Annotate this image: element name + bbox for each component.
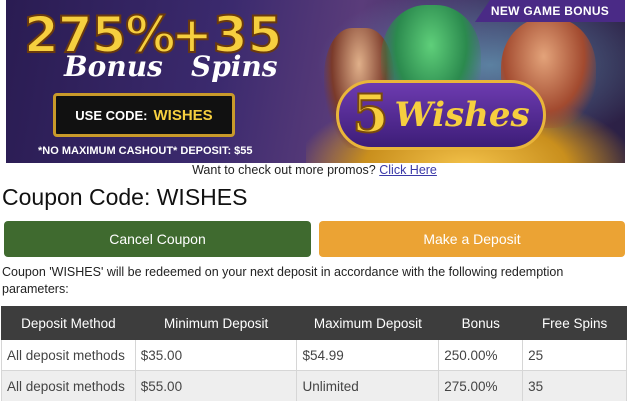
coupon-code-title: Coupon Code: WISHES — [2, 184, 248, 210]
banner-fineprint: *NO MAXIMUM CASHOUT* DEPOSIT: $55 — [38, 145, 253, 157]
column-header: Deposit Method — [1, 306, 136, 340]
table-row: All deposit methods $55.00 Unlimited 275… — [1, 370, 627, 401]
bonus-label: Bonus — [64, 50, 163, 83]
make-deposit-button[interactable]: Make a Deposit — [319, 221, 625, 257]
logo-number: 5 — [351, 84, 389, 145]
column-header: Minimum Deposit — [134, 306, 298, 340]
table-cell: All deposit methods — [1, 370, 136, 401]
more-promos-text: Want to check out more promos? — [192, 163, 376, 177]
use-code-label: USE CODE: — [75, 107, 148, 123]
cancel-coupon-button[interactable]: Cancel Coupon — [4, 221, 311, 257]
use-code-box: USE CODE: WISHES — [53, 93, 235, 137]
table-cell: 250.00% — [438, 339, 524, 371]
table-cell: $35.00 — [134, 339, 298, 371]
logo-word: Wishes — [394, 95, 530, 135]
table-cell: $54.99 — [296, 339, 440, 371]
redemption-parameters-table: Deposit Method Minimum Deposit Maximum D… — [1, 306, 627, 401]
table-cell: 25 — [522, 339, 627, 371]
five-wishes-logo: 5 Wishes — [336, 80, 546, 150]
new-game-bonus-ribbon: NEW GAME BONUS — [475, 0, 625, 22]
redemption-info-text: Coupon 'WISHES' will be redeemed on your… — [2, 265, 564, 296]
table-header-row: Deposit Method Minimum Deposit Maximum D… — [1, 306, 627, 340]
table-cell: All deposit methods — [1, 339, 136, 371]
promo-banner: NEW GAME BONUS 275% +35 Bonus Spins USE … — [6, 0, 625, 163]
column-header: Free Spins — [522, 306, 627, 340]
table-cell: 35 — [522, 370, 627, 401]
table-cell: Unlimited — [296, 370, 440, 401]
column-header: Maximum Deposit — [296, 306, 440, 340]
table-cell: 275.00% — [438, 370, 524, 401]
click-here-link[interactable]: Click Here — [379, 163, 437, 177]
more-promos-line: Want to check out more promos? Click Her… — [0, 163, 629, 177]
column-header: Bonus — [438, 306, 524, 340]
table-row: All deposit methods $35.00 $54.99 250.00… — [1, 339, 627, 371]
table-cell: $55.00 — [134, 370, 298, 401]
use-code-value: WISHES — [153, 106, 213, 124]
spins-label: Spins — [191, 50, 278, 83]
